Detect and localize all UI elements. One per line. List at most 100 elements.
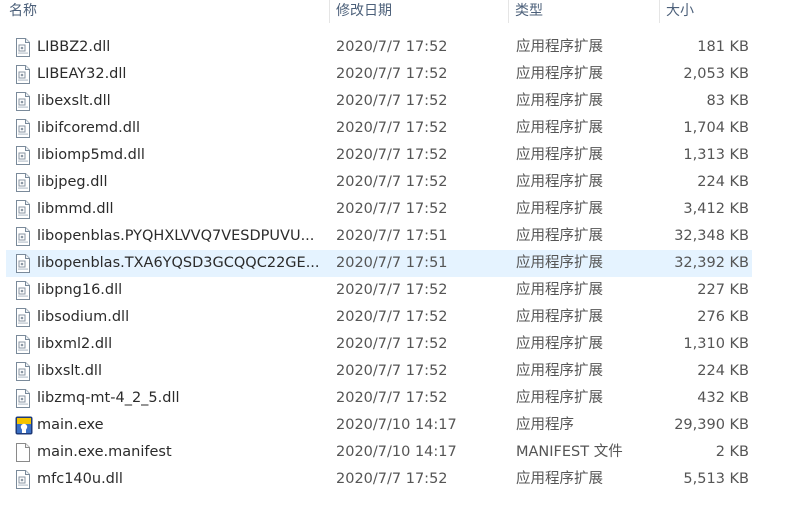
file-size: 276 KB bbox=[697, 309, 749, 325]
file-row[interactable]: libxslt.dll 2020/7/7 17:52 应用程序扩展 224 KB bbox=[6, 358, 752, 385]
file-size: 32,392 KB bbox=[674, 255, 749, 271]
file-date-modified: 2020/7/7 17:52 bbox=[336, 39, 448, 55]
file-row[interactable]: libopenblas.PYQHXLVVQ7VESDPUVU... 2020/7/… bbox=[6, 223, 752, 250]
file-row[interactable]: main.exe.manifest 2020/7/10 14:17 MANIFEST… bbox=[6, 439, 752, 466]
file-name: libopenblas.PYQHXLVVQ7VESDPUVU... bbox=[37, 228, 315, 244]
file-size: 227 KB bbox=[697, 282, 749, 298]
file-size: 83 KB bbox=[706, 93, 749, 109]
file-row[interactable]: libzmq-mt-4_2_5.dll 2020/7/7 17:52 应用程序扩展 4… bbox=[6, 385, 752, 412]
file-date-modified: 2020/7/7 17:52 bbox=[336, 93, 448, 109]
column-header-date[interactable]: 修改日期 bbox=[329, 0, 507, 23]
dll-file-icon bbox=[15, 389, 31, 408]
file-size: 224 KB bbox=[697, 174, 749, 190]
file-name: libsodium.dll bbox=[37, 309, 130, 325]
file-type: 应用程序扩展 bbox=[516, 39, 603, 55]
file-name: libxml2.dll bbox=[37, 336, 113, 352]
file-row[interactable]: libifcoremd.dll 2020/7/7 17:52 应用程序扩展 1,704… bbox=[6, 115, 752, 142]
file-date-modified: 2020/7/7 17:52 bbox=[336, 390, 448, 406]
file-type: 应用程序扩展 bbox=[516, 255, 603, 271]
file-date-modified: 2020/7/7 17:51 bbox=[336, 255, 448, 271]
file-row[interactable]: LIBEAY32.dll 2020/7/7 17:52 应用程序扩展 2,053 KB bbox=[6, 61, 752, 88]
file-date-modified: 2020/7/10 14:17 bbox=[336, 417, 457, 433]
file-name: LIBEAY32.dll bbox=[37, 66, 127, 82]
file-size: 1,310 KB bbox=[683, 336, 749, 352]
file-name: mfc140u.dll bbox=[37, 471, 123, 487]
file-type: 应用程序扩展 bbox=[516, 147, 603, 163]
file-type: 应用程序扩展 bbox=[516, 228, 603, 244]
dll-file-icon bbox=[15, 173, 31, 192]
file-type: 应用程序 bbox=[516, 417, 574, 433]
column-header: 名称 修改日期 类型 大小 bbox=[0, 0, 794, 23]
column-header-size[interactable]: 大小 bbox=[659, 0, 759, 23]
file-name: libjpeg.dll bbox=[37, 174, 108, 190]
column-header-type[interactable]: 类型 bbox=[508, 0, 658, 23]
file-name: libexslt.dll bbox=[37, 93, 111, 109]
file-size: 5,513 KB bbox=[683, 471, 749, 487]
file-size: 3,412 KB bbox=[683, 201, 749, 217]
blank-file-icon bbox=[15, 443, 31, 462]
file-date-modified: 2020/7/7 17:52 bbox=[336, 309, 448, 325]
file-date-modified: 2020/7/7 17:52 bbox=[336, 471, 448, 487]
file-date-modified: 2020/7/7 17:52 bbox=[336, 147, 448, 163]
dll-file-icon bbox=[15, 281, 31, 300]
exe-app-icon bbox=[15, 416, 33, 435]
dll-file-icon bbox=[15, 254, 31, 273]
file-date-modified: 2020/7/7 17:52 bbox=[336, 120, 448, 136]
dll-file-icon bbox=[15, 38, 31, 57]
file-type: 应用程序扩展 bbox=[516, 93, 603, 109]
file-date-modified: 2020/7/7 17:52 bbox=[336, 336, 448, 352]
file-row[interactable]: mfc140u.dll 2020/7/7 17:52 应用程序扩展 5,513 KB bbox=[6, 466, 752, 493]
file-type: 应用程序扩展 bbox=[516, 390, 603, 406]
file-name: main.exe bbox=[37, 417, 104, 433]
dll-file-icon bbox=[15, 227, 31, 246]
dll-file-icon bbox=[15, 308, 31, 327]
file-name: libmmd.dll bbox=[37, 201, 114, 217]
column-header-name[interactable]: 名称 bbox=[6, 0, 328, 23]
file-type: 应用程序扩展 bbox=[516, 363, 603, 379]
file-name: libopenblas.TXA6YQSD3GCQQC22GE... bbox=[37, 255, 320, 271]
file-row[interactable]: libopenblas.TXA6YQSD3GCQQC22GE... 2020/7/… bbox=[6, 250, 752, 277]
file-row[interactable]: libmmd.dll 2020/7/7 17:52 应用程序扩展 3,412 KB bbox=[6, 196, 752, 223]
dll-file-icon bbox=[15, 146, 31, 165]
file-name: LIBBZ2.dll bbox=[37, 39, 111, 55]
file-type: 应用程序扩展 bbox=[516, 66, 603, 82]
file-row[interactable]: libpng16.dll 2020/7/7 17:52 应用程序扩展 227 KB bbox=[6, 277, 752, 304]
file-name: libifcoremd.dll bbox=[37, 120, 141, 136]
file-size: 1,704 KB bbox=[683, 120, 749, 136]
file-size: 181 KB bbox=[697, 39, 749, 55]
file-date-modified: 2020/7/7 17:51 bbox=[336, 228, 448, 244]
dll-file-icon bbox=[15, 470, 31, 489]
file-size: 29,390 KB bbox=[674, 417, 749, 433]
dll-file-icon bbox=[15, 92, 31, 111]
file-date-modified: 2020/7/7 17:52 bbox=[336, 174, 448, 190]
file-type: MANIFEST 文件 bbox=[516, 444, 623, 460]
file-row[interactable]: LIBBZ2.dll 2020/7/7 17:52 应用程序扩展 181 KB bbox=[6, 34, 752, 61]
file-date-modified: 2020/7/7 17:52 bbox=[336, 201, 448, 217]
file-type: 应用程序扩展 bbox=[516, 174, 603, 190]
dll-file-icon bbox=[15, 119, 31, 138]
file-type: 应用程序扩展 bbox=[516, 282, 603, 298]
file-type: 应用程序扩展 bbox=[516, 120, 603, 136]
file-row[interactable]: libxml2.dll 2020/7/7 17:52 应用程序扩展 1,310 KB bbox=[6, 331, 752, 358]
dll-file-icon bbox=[15, 362, 31, 381]
file-row[interactable]: libsodium.dll 2020/7/7 17:52 应用程序扩展 276 KB bbox=[6, 304, 752, 331]
file-date-modified: 2020/7/10 14:17 bbox=[336, 444, 457, 460]
file-name: libpng16.dll bbox=[37, 282, 123, 298]
file-name: libiomp5md.dll bbox=[37, 147, 145, 163]
file-size: 2 KB bbox=[715, 444, 749, 460]
dll-file-icon bbox=[15, 335, 31, 354]
file-size: 1,313 KB bbox=[683, 147, 749, 163]
file-row[interactable]: libjpeg.dll 2020/7/7 17:52 应用程序扩展 224 KB bbox=[6, 169, 752, 196]
file-size: 32,348 KB bbox=[674, 228, 749, 244]
file-name: libxslt.dll bbox=[37, 363, 102, 379]
file-size: 2,053 KB bbox=[683, 66, 749, 82]
file-name: libzmq-mt-4_2_5.dll bbox=[37, 390, 180, 406]
file-row[interactable]: libiomp5md.dll 2020/7/7 17:52 应用程序扩展 1,313 … bbox=[6, 142, 752, 169]
file-type: 应用程序扩展 bbox=[516, 336, 603, 352]
file-row[interactable]: libexslt.dll 2020/7/7 17:52 应用程序扩展 83 KB bbox=[6, 88, 752, 115]
file-name: main.exe.manifest bbox=[37, 444, 172, 460]
file-row[interactable]: main.exe 2020/7/10 14:17 应用程序 29,390 KB bbox=[6, 412, 752, 439]
dll-file-icon bbox=[15, 200, 31, 219]
file-type: 应用程序扩展 bbox=[516, 471, 603, 487]
file-date-modified: 2020/7/7 17:52 bbox=[336, 66, 448, 82]
